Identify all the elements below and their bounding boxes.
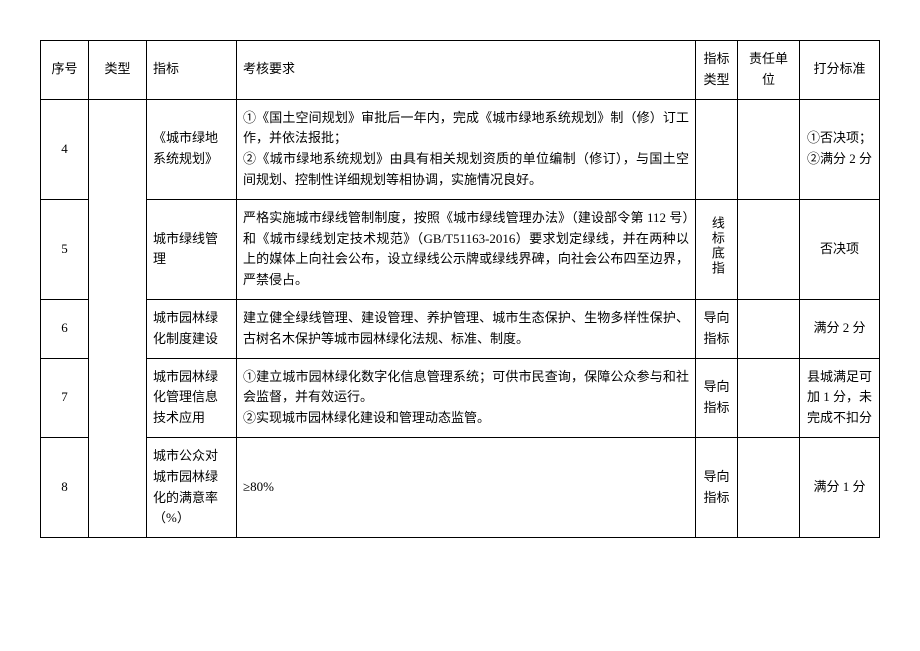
cell-seq: 5 — [41, 199, 89, 299]
cell-ind-type: 导向指标 — [696, 299, 738, 358]
header-unit: 责任单位 — [738, 41, 800, 100]
cell-ind-type — [696, 99, 738, 199]
cell-score: 否决项 — [800, 199, 880, 299]
table-row: 8 城市公众对城市园林绿化的满意率（%） ≥80% 导向指标 满分 1 分 — [41, 437, 880, 537]
table-row: 6 城市园林绿化制度建设 建立健全绿线管理、建设管理、养护管理、城市生态保护、生… — [41, 299, 880, 358]
cell-ind-type: 导向指标 — [696, 437, 738, 537]
header-ind-type: 指标类型 — [696, 41, 738, 100]
header-seq: 序号 — [41, 41, 89, 100]
cell-indicator: 城市绿线管理 — [147, 199, 237, 299]
cell-seq: 7 — [41, 358, 89, 437]
cell-requirement: ≥80% — [237, 437, 696, 537]
cell-score: 满分 2 分 — [800, 299, 880, 358]
cell-score: 满分 1 分 — [800, 437, 880, 537]
cell-indicator: 城市园林绿化制度建设 — [147, 299, 237, 358]
cell-unit — [738, 199, 800, 299]
table-row: 7 城市园林绿化管理信息技术应用 ①建立城市园林绿化数字化信息管理系统；可供市民… — [41, 358, 880, 437]
cell-requirement: ①建立城市园林绿化数字化信息管理系统；可供市民查询，保障公众参与和社会监督，并有… — [237, 358, 696, 437]
table-header-row: 序号 类型 指标 考核要求 指标类型 责任单位 打分标准 — [41, 41, 880, 100]
assessment-table: 序号 类型 指标 考核要求 指标类型 责任单位 打分标准 4 《城市绿地系统规划… — [40, 40, 880, 538]
cell-score: 县城满足可加 1 分，未完成不扣分 — [800, 358, 880, 437]
cell-unit — [738, 299, 800, 358]
cell-seq: 6 — [41, 299, 89, 358]
cell-type-merged — [89, 99, 147, 538]
table-row: 5 城市绿线管理 严格实施城市绿线管制制度，按照《城市绿线管理办法》（建设部令第… — [41, 199, 880, 299]
header-requirement: 考核要求 — [237, 41, 696, 100]
cell-unit — [738, 437, 800, 537]
cell-score: ①否决项；②满分 2 分 — [800, 99, 880, 199]
cell-seq: 8 — [41, 437, 89, 537]
cell-requirement: 建立健全绿线管理、建设管理、养护管理、城市生态保护、生物多样性保护、古树名木保护… — [237, 299, 696, 358]
cell-requirement: 严格实施城市绿线管制制度，按照《城市绿线管理办法》（建设部令第 112 号）和《… — [237, 199, 696, 299]
vertical-text: 线标底指 — [706, 216, 727, 276]
cell-ind-type: 线标底指 — [696, 199, 738, 299]
header-score: 打分标准 — [800, 41, 880, 100]
header-type: 类型 — [89, 41, 147, 100]
cell-indicator: 《城市绿地系统规划》 — [147, 99, 237, 199]
header-indicator: 指标 — [147, 41, 237, 100]
cell-requirement: ①《国土空间规划》审批后一年内，完成《城市绿地系统规划》制（修）订工作，并依法报… — [237, 99, 696, 199]
cell-unit — [738, 99, 800, 199]
table-row: 4 《城市绿地系统规划》 ①《国土空间规划》审批后一年内，完成《城市绿地系统规划… — [41, 99, 880, 199]
cell-ind-type: 导向指标 — [696, 358, 738, 437]
cell-indicator: 城市公众对城市园林绿化的满意率（%） — [147, 437, 237, 537]
cell-indicator: 城市园林绿化管理信息技术应用 — [147, 358, 237, 437]
cell-seq: 4 — [41, 99, 89, 199]
cell-unit — [738, 358, 800, 437]
